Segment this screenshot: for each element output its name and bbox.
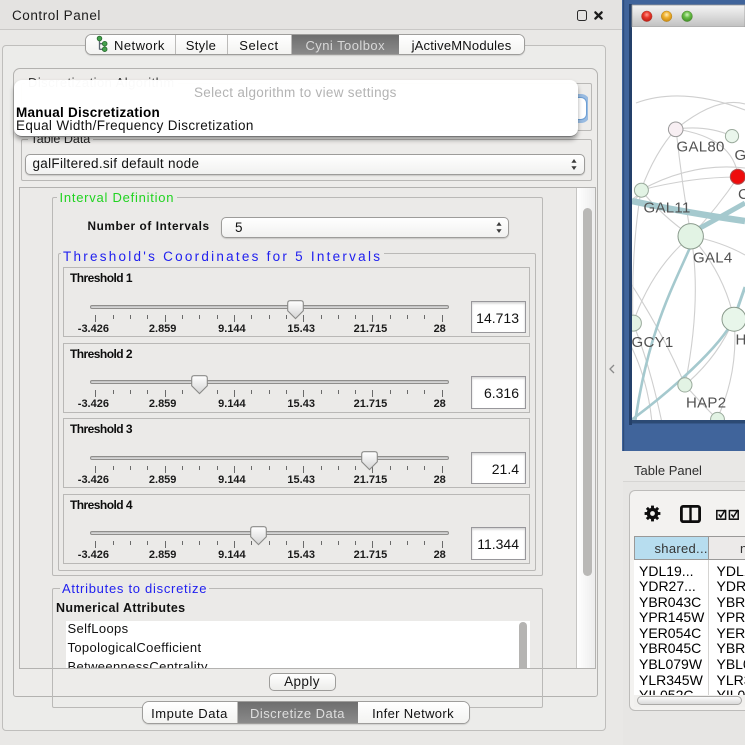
- svg-text:GCY1: GCY1: [632, 334, 674, 351]
- svg-text:GAL80: GAL80: [677, 139, 725, 156]
- svg-text:HAP2: HAP2: [686, 395, 726, 412]
- svg-text:GAL4: GAL4: [693, 250, 733, 267]
- svg-text:C: C: [738, 186, 745, 203]
- svg-text:G.: G.: [735, 147, 745, 164]
- svg-text:GAL11: GAL11: [644, 200, 691, 217]
- svg-text:H: H: [736, 332, 745, 349]
